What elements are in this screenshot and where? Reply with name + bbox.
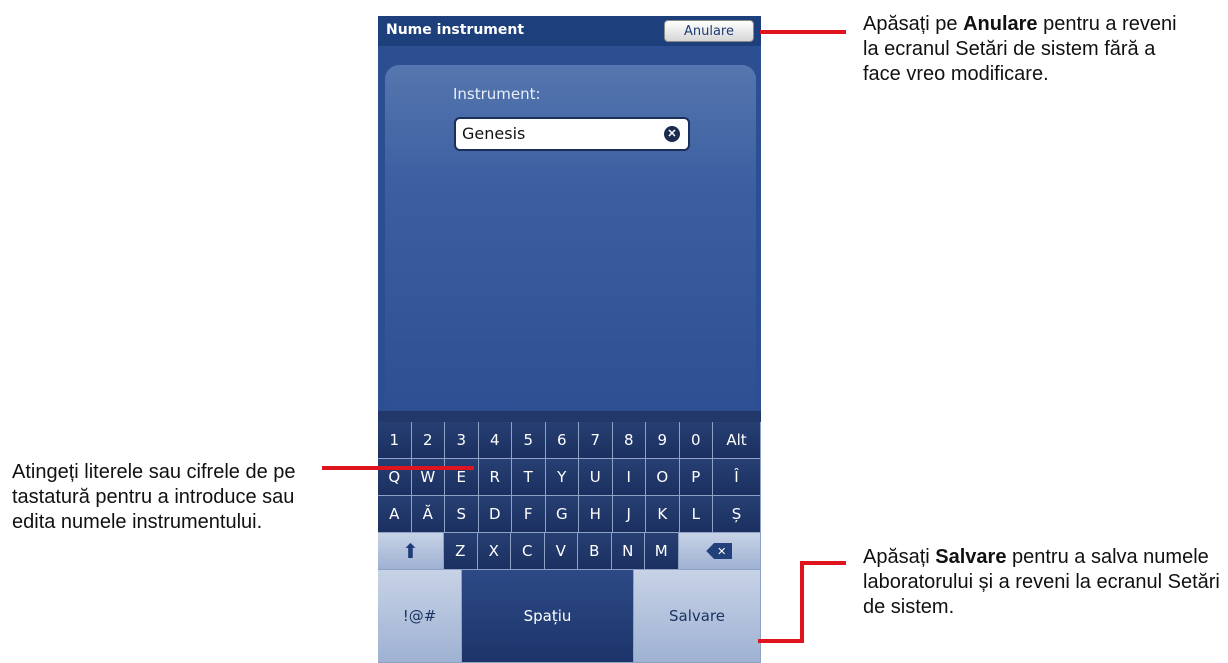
save-callout-line-h2 <box>758 639 804 643</box>
key-row3-5[interactable]: G <box>545 496 579 533</box>
key-row4-4[interactable]: B <box>578 533 612 570</box>
title-bar: Nume instrument Anulare <box>378 16 761 46</box>
key-row2-6[interactable]: U <box>579 459 613 496</box>
key-row2-5[interactable]: Y <box>545 459 579 496</box>
key-row3-6[interactable]: H <box>579 496 613 533</box>
device-screen: Nume instrument Anulare Instrument: Gene… <box>378 16 761 663</box>
key-row2-8[interactable]: O <box>646 459 680 496</box>
key-row4-1[interactable]: X <box>477 533 511 570</box>
instrument-name-input[interactable]: Genesis ✕ <box>454 117 690 151</box>
backspace-icon: ✕ <box>706 543 733 559</box>
instrument-name-value: Genesis <box>462 124 526 143</box>
save-button[interactable]: Salvare <box>634 570 761 663</box>
key-row2-3[interactable]: R <box>478 459 512 496</box>
key-row3-4[interactable]: F <box>512 496 546 533</box>
key-row1-0[interactable]: 1 <box>378 422 412 459</box>
key-row3-2[interactable]: S <box>445 496 479 533</box>
key-row3-9[interactable]: L <box>679 496 713 533</box>
shift-arrow-icon: ⬆ <box>402 539 419 563</box>
symbols-key[interactable]: !@# <box>378 570 462 663</box>
cancel-callout-line <box>760 30 846 34</box>
key-row2-4[interactable]: T <box>512 459 546 496</box>
keys-callout-line <box>322 466 474 470</box>
key-row2-10[interactable]: Î <box>713 459 761 496</box>
key-row1-3[interactable]: 4 <box>478 422 512 459</box>
on-screen-keyboard: 1 2 3 4 5 6 7 8 9 0 Alt Q W E R T Y U I O P Î A Ă S D F G H J K L Ș ⬆ Z X C V… <box>378 411 761 663</box>
key-row3-3[interactable]: D <box>478 496 512 533</box>
save-callout-line-h1 <box>800 561 846 565</box>
key-row3-10[interactable]: Ș <box>713 496 761 533</box>
cancel-button[interactable]: Anulare <box>664 20 754 42</box>
key-row1-8[interactable]: 9 <box>646 422 680 459</box>
instrument-field-label: Instrument: <box>453 85 541 103</box>
key-row3-7[interactable]: J <box>612 496 646 533</box>
save-callout: Apăsați Salvare pentru a salva numele la… <box>863 546 1220 618</box>
space-key[interactable]: Spațiu <box>462 570 634 663</box>
key-row1-6[interactable]: 7 <box>579 422 613 459</box>
key-row2-1[interactable]: W <box>411 459 445 496</box>
key-row2-7[interactable]: I <box>612 459 646 496</box>
keys-callout: Atingeți literele sau cifrele de pe tast… <box>12 461 296 533</box>
key-row1-10[interactable]: Alt <box>713 422 761 459</box>
key-row4-5[interactable]: N <box>611 533 645 570</box>
key-row3-8[interactable]: K <box>646 496 680 533</box>
key-row2-0[interactable]: Q <box>378 459 412 496</box>
key-row1-1[interactable]: 2 <box>411 422 445 459</box>
key-row1-4[interactable]: 5 <box>512 422 546 459</box>
key-row1-9[interactable]: 0 <box>679 422 713 459</box>
key-row3-1[interactable]: Ă <box>411 496 445 533</box>
key-row3-0[interactable]: A <box>378 496 412 533</box>
key-row2-9[interactable]: P <box>679 459 713 496</box>
backspace-key[interactable]: ✕ <box>678 533 761 570</box>
key-row2-2[interactable]: E <box>445 459 479 496</box>
key-row4-2[interactable]: C <box>511 533 545 570</box>
shift-key[interactable]: ⬆ <box>378 533 444 570</box>
content-panel: Instrument: Genesis ✕ <box>385 65 756 410</box>
clear-icon[interactable]: ✕ <box>664 126 680 142</box>
save-callout-line-v <box>800 561 804 643</box>
key-row1-5[interactable]: 6 <box>545 422 579 459</box>
key-row1-2[interactable]: 3 <box>445 422 479 459</box>
cancel-callout: Apăsați pe Anulare pentru a reveni la ec… <box>863 13 1177 85</box>
key-row4-3[interactable]: V <box>544 533 578 570</box>
key-row1-7[interactable]: 8 <box>612 422 646 459</box>
key-row4-0[interactable]: Z <box>444 533 478 570</box>
key-row4-6[interactable]: M <box>645 533 679 570</box>
screen-title: Nume instrument <box>386 22 525 38</box>
